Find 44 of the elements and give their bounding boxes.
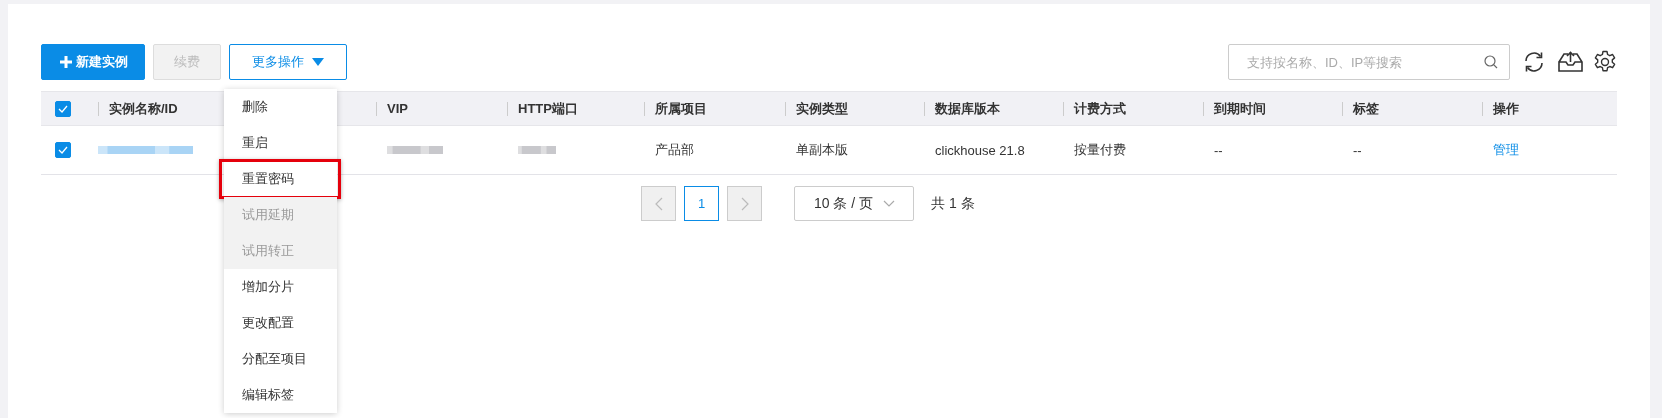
blurred-text bbox=[518, 144, 556, 156]
column-header: 操作 bbox=[1493, 99, 1519, 118]
chevron-left-icon bbox=[654, 196, 663, 211]
plus-icon bbox=[60, 56, 72, 68]
table-cell: 产品部 bbox=[655, 141, 694, 159]
new-instance-button[interactable]: 新建实例 bbox=[41, 44, 145, 80]
more-actions-dropdown[interactable]: 更多操作 bbox=[229, 44, 347, 80]
column-header: 标签 bbox=[1353, 99, 1379, 118]
column-header: 数据库版本 bbox=[935, 99, 1000, 118]
blurred-text bbox=[387, 144, 443, 156]
check-icon bbox=[58, 146, 68, 154]
row-checkbox[interactable] bbox=[55, 142, 71, 158]
chevron-right-icon bbox=[740, 196, 749, 211]
total-count: 共 1 条 bbox=[931, 194, 975, 213]
column-header: VIP bbox=[387, 101, 408, 116]
select-all-checkbox[interactable] bbox=[55, 100, 71, 117]
menu-item[interactable]: 删除 bbox=[224, 89, 337, 125]
page-button[interactable]: 1 bbox=[684, 186, 719, 221]
menu-item[interactable]: 分配至项目 bbox=[224, 341, 337, 377]
menu-item[interactable]: 更改配置 bbox=[224, 305, 337, 341]
upload-tray-icon[interactable] bbox=[1558, 51, 1583, 73]
column-header: 计费方式 bbox=[1074, 99, 1126, 118]
table-cell: clickhouse 21.8 bbox=[935, 142, 1025, 158]
table-cell: -- bbox=[1353, 142, 1362, 158]
chevron-down-icon bbox=[883, 200, 895, 207]
search-icon bbox=[1484, 55, 1498, 69]
table-cell: -- bbox=[1214, 142, 1223, 158]
menu-item[interactable]: 重启 bbox=[224, 125, 337, 161]
menu-item[interactable]: 编辑标签 bbox=[224, 377, 337, 413]
column-header: 所属项目 bbox=[655, 99, 707, 118]
column-header: 实例类型 bbox=[796, 99, 848, 118]
search-field[interactable]: 支持按名称、ID、IP等搜索 bbox=[1228, 44, 1510, 80]
menu-item[interactable]: 增加分片 bbox=[224, 269, 337, 305]
check-icon bbox=[58, 104, 68, 113]
refresh-icon[interactable] bbox=[1522, 50, 1546, 74]
column-header: HTTP端口 bbox=[518, 99, 578, 118]
caret-icon bbox=[312, 58, 324, 66]
column-header: 实例名称/ID bbox=[109, 99, 178, 118]
table-cell: 按量付费 bbox=[1074, 141, 1126, 159]
page-size-select[interactable]: 10 条 / 页 bbox=[794, 186, 914, 221]
column-header: 到期时间 bbox=[1214, 99, 1266, 118]
table-cell: 单副本版 bbox=[796, 141, 848, 159]
settings-icon[interactable] bbox=[1593, 50, 1617, 74]
manage-link[interactable]: 管理 bbox=[1493, 141, 1519, 159]
